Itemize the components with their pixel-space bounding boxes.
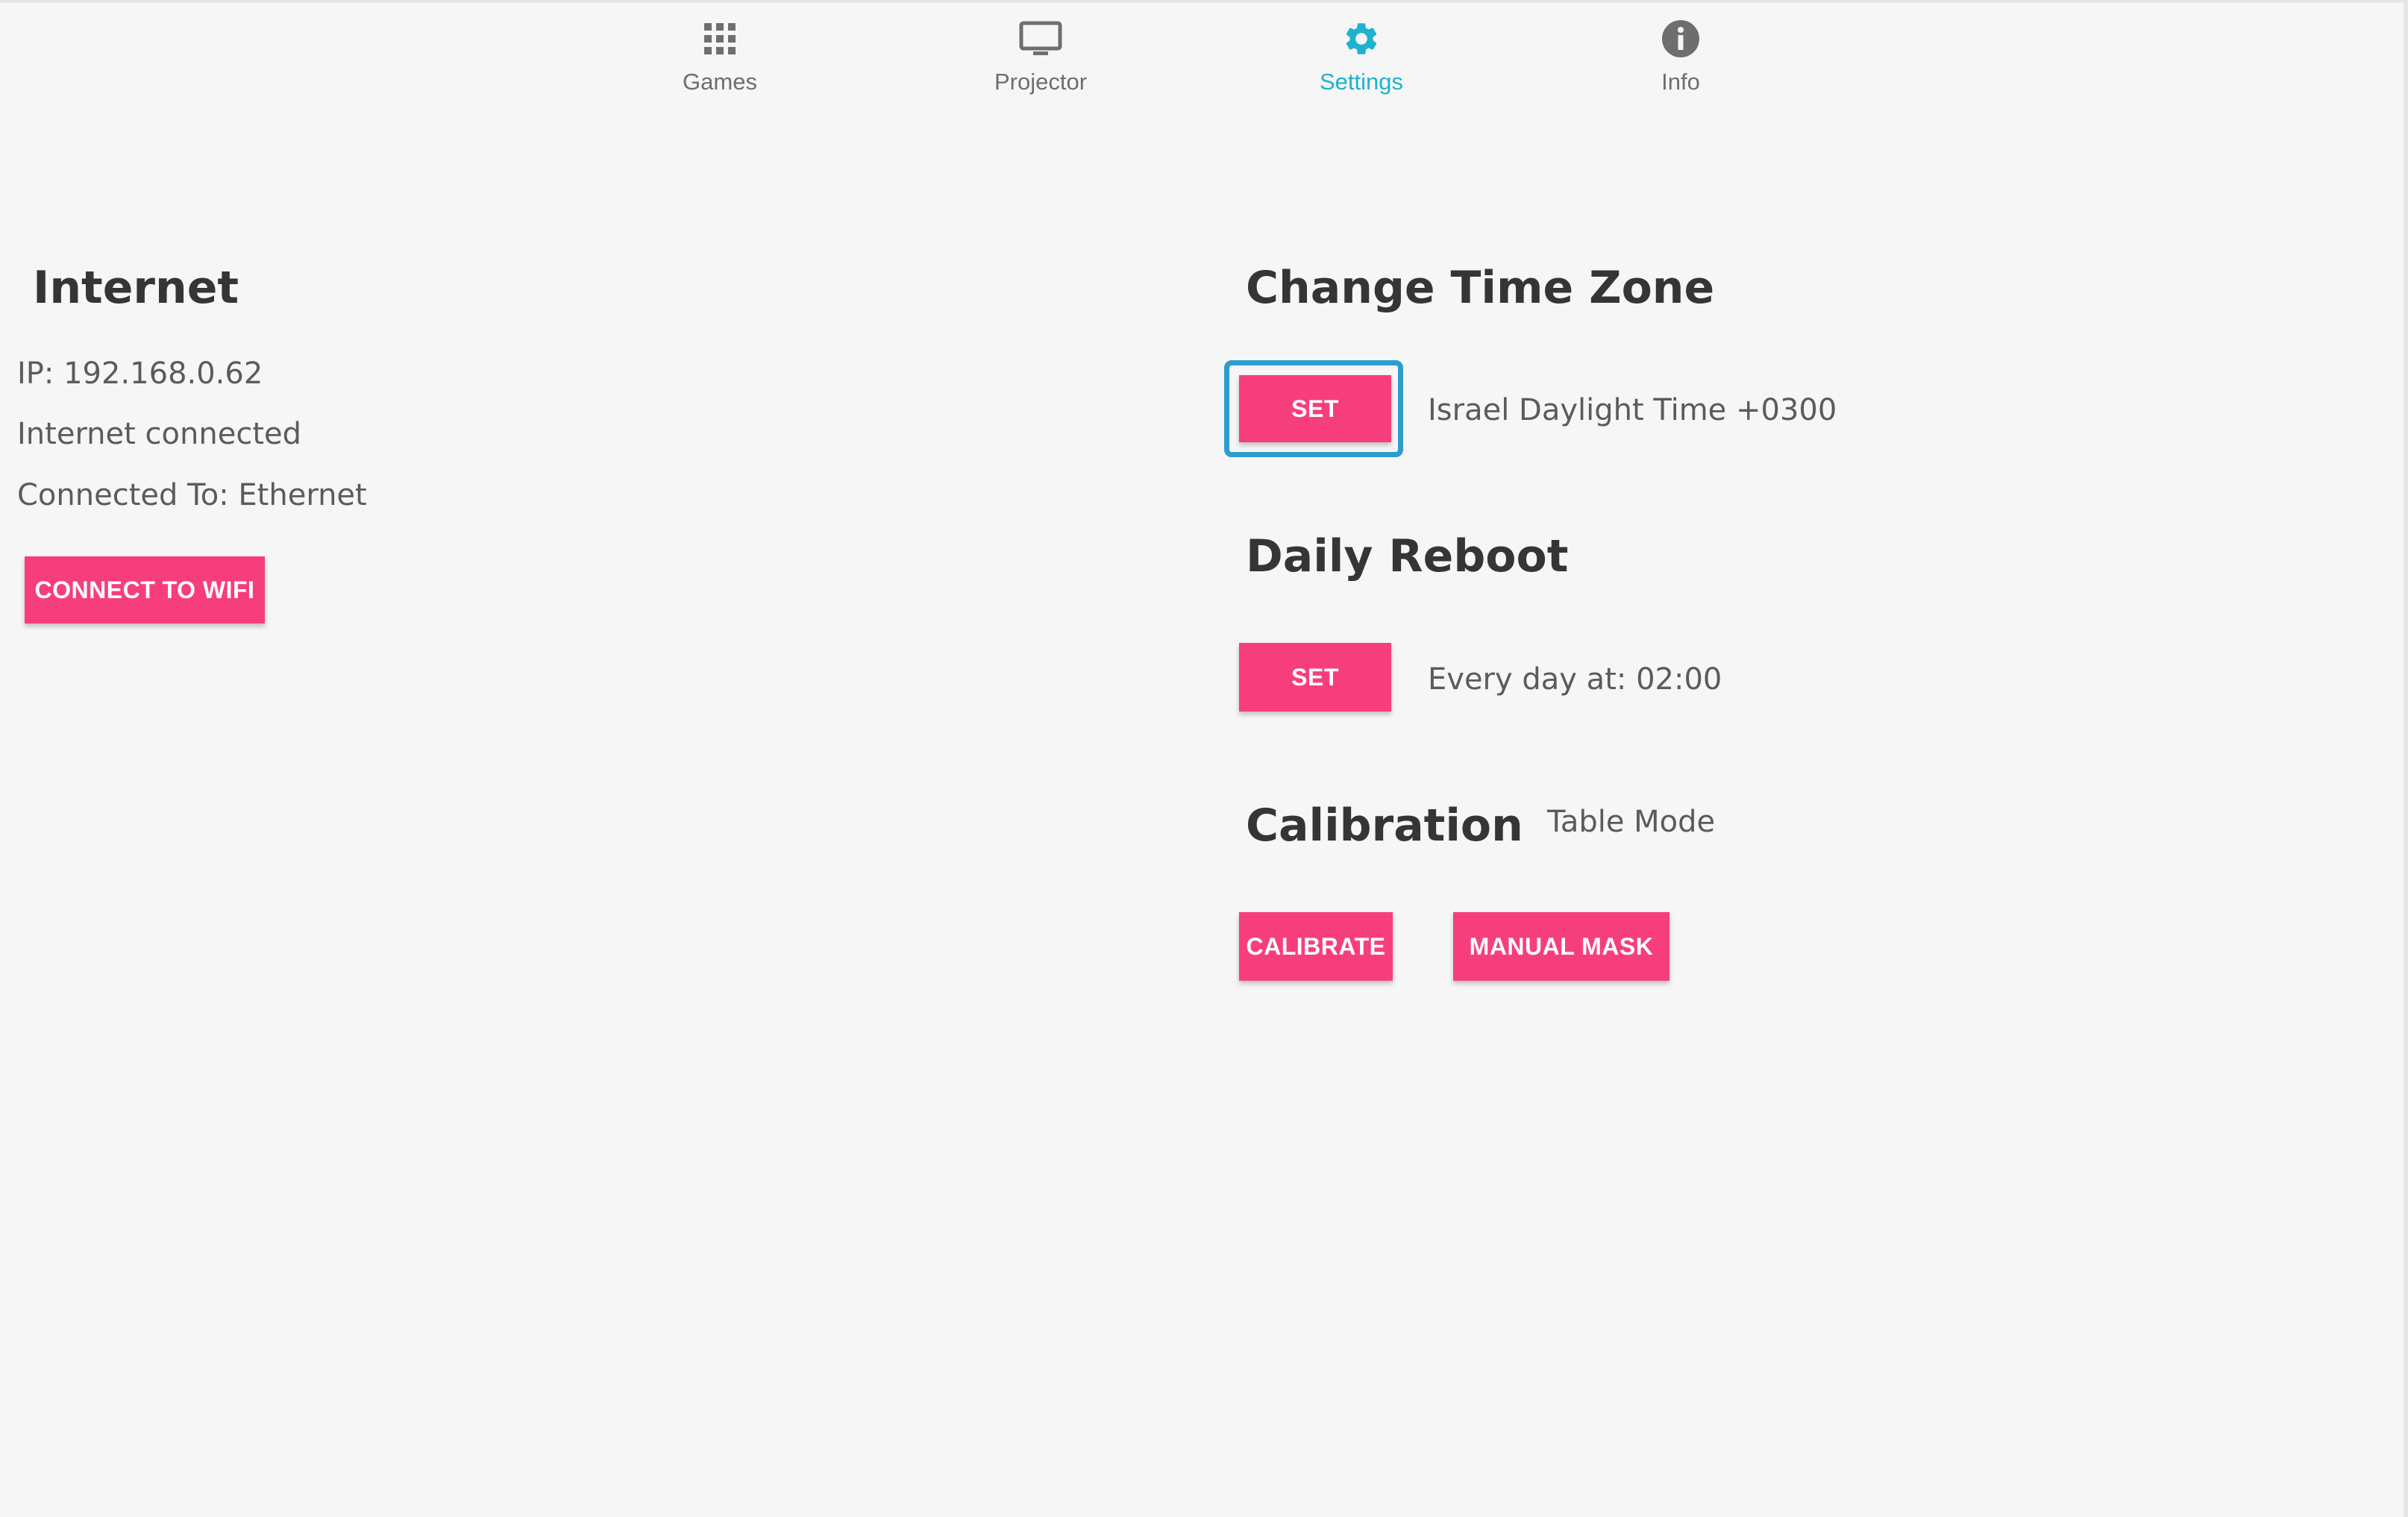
calibrate-button[interactable]: CALIBRATE	[1239, 912, 1393, 981]
tab-settings-label: Settings	[1319, 69, 1403, 95]
manual-mask-button[interactable]: MANUAL MASK	[1453, 912, 1669, 981]
internet-title: Internet	[33, 262, 239, 314]
set-reboot-button[interactable]: SET	[1239, 643, 1391, 712]
info-icon	[1658, 16, 1703, 61]
ip-address: IP: 192.168.0.62	[17, 357, 263, 391]
tab-settings[interactable]: Settings	[1272, 16, 1451, 106]
timezone-value: Israel Daylight Time +0300	[1428, 393, 1837, 427]
timezone-title: Change Time Zone	[1246, 262, 1715, 314]
reboot-value: Every day at: 02:00	[1428, 662, 1722, 697]
internet-status: Internet connected	[17, 417, 301, 451]
tab-info-label: Info	[1661, 69, 1700, 95]
tab-projector[interactable]: Projector	[951, 16, 1130, 106]
tab-info[interactable]: Info	[1591, 16, 1770, 106]
calibration-title: Calibration	[1246, 800, 1523, 852]
reboot-title: Daily Reboot	[1246, 530, 1569, 582]
tab-games[interactable]: Games	[630, 16, 809, 106]
connection-type: Connected To: Ethernet	[17, 478, 367, 512]
tab-games-label: Games	[683, 69, 757, 95]
calibration-mode: Table Mode	[1547, 805, 1716, 839]
tab-projector-label: Projector	[994, 69, 1088, 95]
right-edge	[2404, 0, 2408, 1517]
connect-wifi-button[interactable]: CONNECT TO WIFI	[25, 556, 265, 624]
top-border	[0, 0, 2408, 3]
gear-icon	[1339, 16, 1384, 61]
set-timezone-button[interactable]: SET	[1239, 375, 1391, 442]
grid-icon	[697, 16, 742, 61]
monitor-icon	[1018, 16, 1063, 61]
